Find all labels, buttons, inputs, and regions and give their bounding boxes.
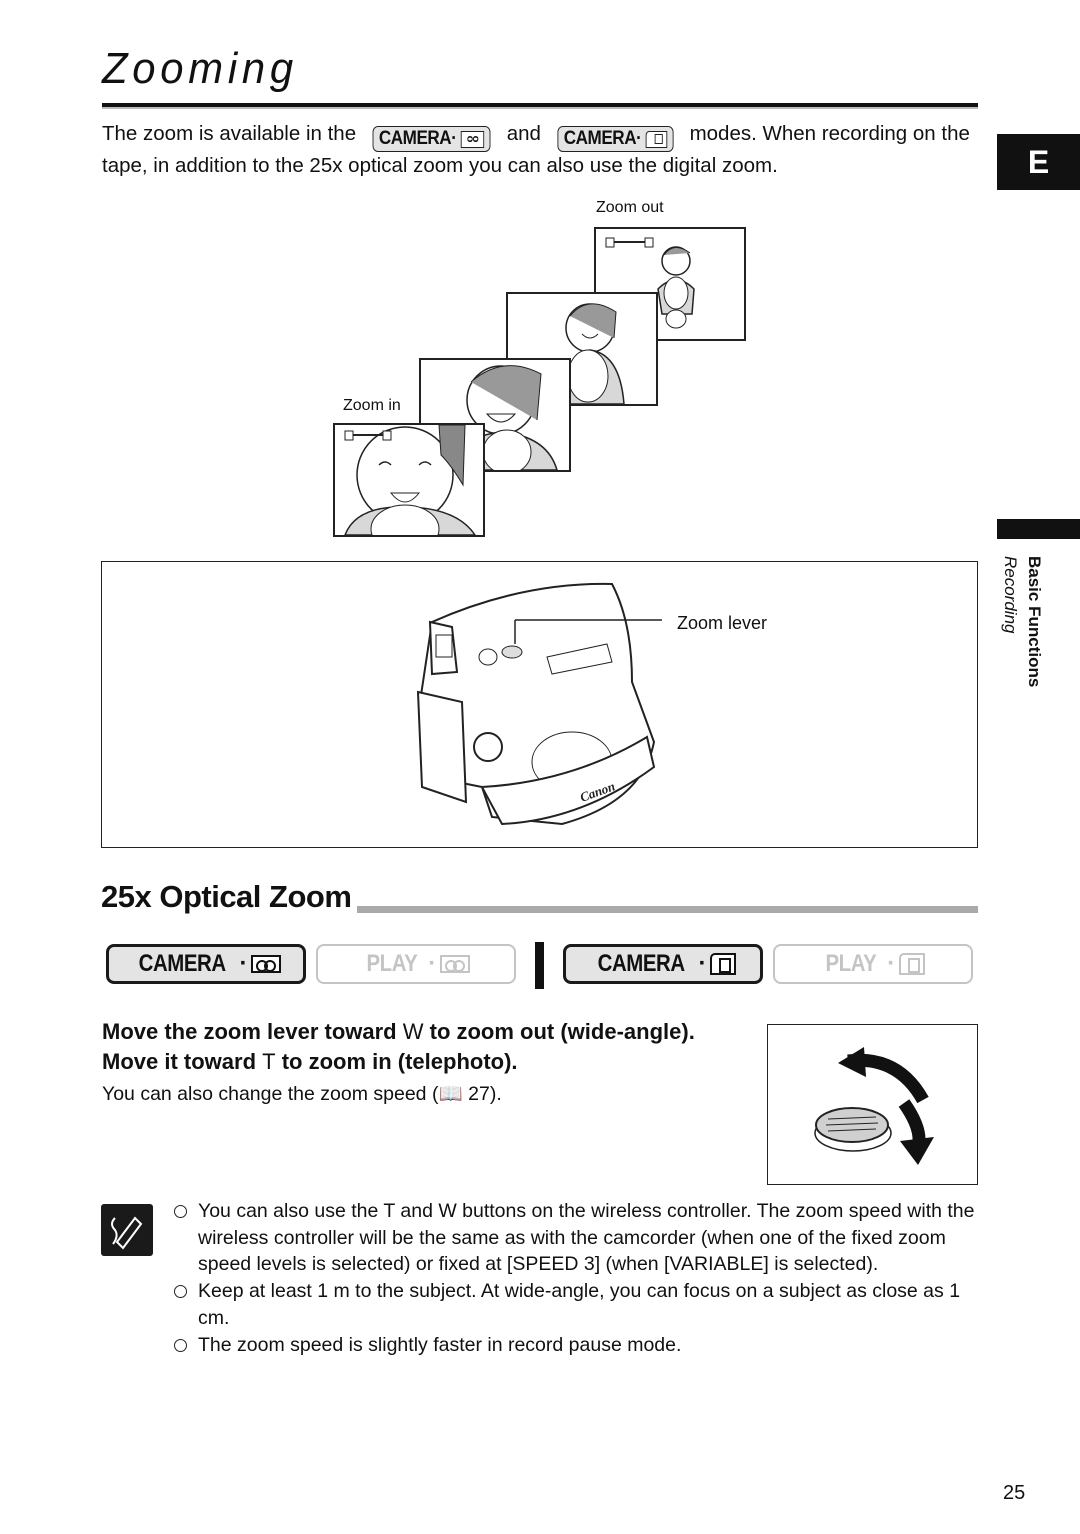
mode-play-tape: PLAY · [316, 944, 516, 984]
card-icon [645, 130, 668, 148]
tape-icon: ᴑᴑ [460, 130, 485, 148]
mode-label: PLAY [825, 950, 877, 977]
zoom-in-caption: Zoom in [343, 397, 401, 414]
note-text: You can also use the T and W buttons on … [198, 1200, 975, 1276]
card-icon [898, 953, 925, 975]
sub-text: You can also change the zoom speed ( [102, 1083, 439, 1105]
book-icon: 📖 [438, 1083, 463, 1105]
note-pencil-icon [101, 1204, 153, 1256]
intro-text: The zoom is available in the [102, 122, 357, 145]
zoom-out-caption: Zoom out [596, 199, 664, 216]
zoom-lever-figure [767, 1024, 978, 1185]
note-text: The zoom speed is slightly faster in rec… [198, 1333, 682, 1356]
side-section: Basic Functions [1025, 556, 1044, 688]
notes-list: You can also use the T and W buttons on … [174, 1198, 979, 1358]
instr-w: W [402, 1019, 424, 1044]
pencil-glyph [111, 1216, 143, 1250]
instr-part: Move the zoom lever toward [102, 1019, 403, 1044]
mode-play-card: PLAY · [773, 944, 973, 984]
tape-icon [251, 955, 281, 973]
sub-text: ). [489, 1083, 502, 1105]
mode-camera-tape: CAMERA · [106, 944, 306, 984]
intro-paragraph: The zoom is available in the CAMERA · ᴑᴑ a… [102, 120, 982, 180]
mode-label: CAMERA [597, 950, 685, 977]
mode-badge-camera-tape: CAMERA · ᴑᴑ [372, 126, 491, 152]
card-icon [710, 953, 736, 975]
note-item: Keep at least 1 m to the subject. At wid… [174, 1278, 979, 1331]
mode-camera-card: CAMERA · [563, 944, 763, 984]
bullet-icon [174, 1338, 187, 1352]
camcorder-figure: Canon [101, 561, 978, 848]
mode-label: CAMERA [138, 950, 226, 977]
bullet-icon [174, 1285, 187, 1299]
intro-and: and [506, 122, 541, 145]
section-tab-marker [997, 519, 1080, 539]
note-item: The zoom speed is slightly faster in rec… [174, 1332, 979, 1359]
instr-part: to zoom in (telephoto). [275, 1049, 518, 1074]
child-illustration-tele [344, 425, 476, 535]
note-text: Keep at least 1 m to the subject. At wid… [198, 1280, 961, 1329]
instruction-subtext: You can also change the zoom speed (📖 27… [102, 1082, 502, 1106]
note-item: You can also use the T and W buttons on … [174, 1198, 979, 1278]
zoom-lever-callout: Zoom lever [677, 613, 768, 633]
zoom-frame-tele [333, 423, 485, 537]
mode-label: PLAY [366, 950, 418, 977]
title-rule-shadow [102, 107, 978, 109]
zoom-lever-illustration [814, 1047, 934, 1165]
page-number: 25 [1003, 1482, 1026, 1504]
instr-t: T [262, 1049, 276, 1074]
mode-badge-camera-card: CAMERA · [557, 126, 674, 152]
mode-badge-label: CAMERA [563, 128, 636, 149]
page-title: Zooming [102, 44, 298, 93]
page-reference-link[interactable]: 27 [468, 1083, 490, 1105]
section-side-label: Basic Functions Recording [1000, 556, 1050, 726]
mode-badge-label: CAMERA [378, 128, 452, 149]
section-heading: 25x Optical Zoom [101, 879, 358, 915]
instruction-text: Move the zoom lever toward W to zoom out… [102, 1017, 742, 1077]
tape-icon [439, 955, 470, 973]
bullet-icon [174, 1205, 187, 1218]
camcorder-illustration: Canon [416, 582, 662, 826]
language-tab: E [997, 134, 1080, 190]
mode-divider [535, 942, 544, 989]
side-subsection: Recording [1001, 556, 1020, 634]
